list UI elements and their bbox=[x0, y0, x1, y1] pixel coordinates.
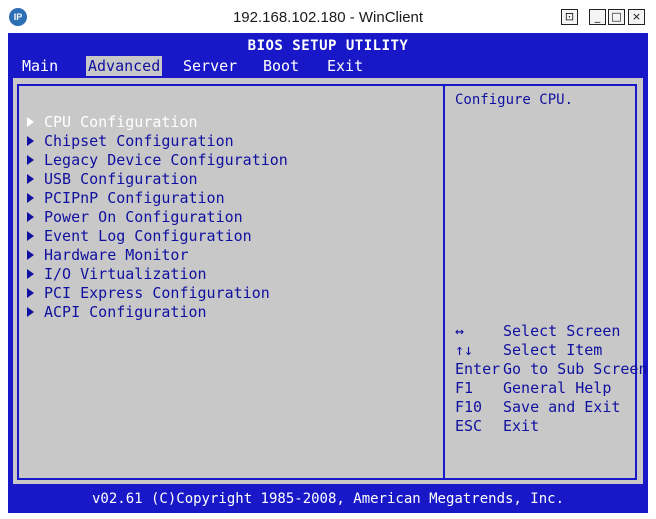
window-title: 192.168.102.180 - WinClient bbox=[232, 9, 424, 26]
item-power-on-configuration[interactable]: Power On Configuration bbox=[27, 208, 288, 227]
key-name: Enter bbox=[455, 360, 501, 378]
key-name: F10 bbox=[455, 398, 483, 416]
key-action: Save and Exit bbox=[503, 398, 621, 416]
key-action: General Help bbox=[503, 379, 612, 397]
submenu-arrow-icon bbox=[27, 307, 34, 317]
submenu-arrow-icon bbox=[27, 117, 34, 127]
key-row: F10 Save and Exit bbox=[455, 398, 648, 417]
advanced-items-list: CPU Configuration Chipset Configuration … bbox=[27, 113, 288, 322]
key-legend: ↔ Select Screen ↑↓ Select Item Enter Go to … bbox=[455, 322, 648, 436]
key-action: Exit bbox=[503, 417, 540, 435]
submenu-arrow-icon bbox=[27, 193, 34, 203]
item-hardware-monitor[interactable]: Hardware Monitor bbox=[27, 246, 288, 265]
item-label: Power On Configuration bbox=[44, 208, 243, 226]
item-label: CPU Configuration bbox=[44, 113, 198, 131]
key-name: ↔ bbox=[455, 322, 465, 340]
item-label: USB Configuration bbox=[44, 170, 198, 188]
key-name: ESC bbox=[455, 417, 483, 435]
key-action: Select Screen bbox=[503, 322, 621, 340]
help-text: Configure CPU. bbox=[455, 92, 574, 108]
submenu-arrow-icon bbox=[27, 136, 34, 146]
minimize-button[interactable]: _ bbox=[589, 9, 606, 25]
item-pci-express-configuration[interactable]: PCI Express Configuration bbox=[27, 284, 288, 303]
item-label: PCI Express Configuration bbox=[44, 284, 270, 302]
menu-boot[interactable]: Boot bbox=[263, 56, 299, 76]
submenu-arrow-icon bbox=[27, 174, 34, 184]
key-name: ↑↓ bbox=[455, 341, 474, 359]
key-name: F1 bbox=[455, 379, 474, 397]
submenu-arrow-icon bbox=[27, 212, 34, 222]
maximize-button[interactable]: □ bbox=[608, 9, 625, 25]
submenu-arrow-icon bbox=[27, 231, 34, 241]
menu-server[interactable]: Server bbox=[183, 56, 237, 76]
key-row: ESC Exit bbox=[455, 417, 648, 436]
submenu-arrow-icon bbox=[27, 269, 34, 279]
bios-title: BIOS SETUP UTILITY bbox=[247, 38, 409, 54]
close-button[interactable]: × bbox=[628, 9, 645, 25]
item-legacy-device-configuration[interactable]: Legacy Device Configuration bbox=[27, 151, 288, 170]
key-row: ↔ Select Screen bbox=[455, 322, 648, 341]
submenu-arrow-icon bbox=[27, 288, 34, 298]
menu-main[interactable]: Main bbox=[22, 56, 58, 76]
item-label: PCIPnP Configuration bbox=[44, 189, 225, 207]
item-label: Event Log Configuration bbox=[44, 227, 252, 245]
window-title-bar: IP 192.168.102.180 - WinClient ⊡ _ □ × bbox=[0, 0, 656, 34]
key-row: Enter Go to Sub Screen bbox=[455, 360, 648, 379]
item-label: Hardware Monitor bbox=[44, 246, 189, 264]
submenu-arrow-icon bbox=[27, 155, 34, 165]
item-acpi-configuration[interactable]: ACPI Configuration bbox=[27, 303, 288, 322]
item-usb-configuration[interactable]: USB Configuration bbox=[27, 170, 288, 189]
submenu-arrow-icon bbox=[27, 250, 34, 260]
pin-button[interactable]: ⊡ bbox=[561, 9, 578, 25]
copyright-footer: v02.61 (C)Copyright 1985-2008, American … bbox=[91, 491, 564, 507]
item-cpu-configuration[interactable]: CPU Configuration bbox=[27, 113, 288, 132]
key-action: Select Item bbox=[503, 341, 603, 359]
bios-menu-bar: Main Advanced Server Boot Exit bbox=[8, 56, 648, 76]
item-event-log-configuration[interactable]: Event Log Configuration bbox=[27, 227, 288, 246]
bios-content-panel: CPU Configuration Chipset Configuration … bbox=[13, 78, 648, 484]
menu-exit[interactable]: Exit bbox=[327, 56, 363, 76]
panel-divider bbox=[443, 84, 445, 480]
item-pcipnp-configuration[interactable]: PCIPnP Configuration bbox=[27, 189, 288, 208]
item-chipset-configuration[interactable]: Chipset Configuration bbox=[27, 132, 288, 151]
key-action: Go to Sub Screen bbox=[503, 360, 648, 378]
item-label: Chipset Configuration bbox=[44, 132, 234, 150]
item-io-virtualization[interactable]: I/O Virtualization bbox=[27, 265, 288, 284]
item-label: ACPI Configuration bbox=[44, 303, 207, 321]
key-row: F1 General Help bbox=[455, 379, 648, 398]
item-label: I/O Virtualization bbox=[44, 265, 207, 283]
bios-screen: BIOS SETUP UTILITY Main Advanced Server … bbox=[8, 33, 648, 513]
item-label: Legacy Device Configuration bbox=[44, 151, 288, 169]
menu-advanced[interactable]: Advanced bbox=[86, 56, 163, 76]
key-row: ↑↓ Select Item bbox=[455, 341, 648, 360]
